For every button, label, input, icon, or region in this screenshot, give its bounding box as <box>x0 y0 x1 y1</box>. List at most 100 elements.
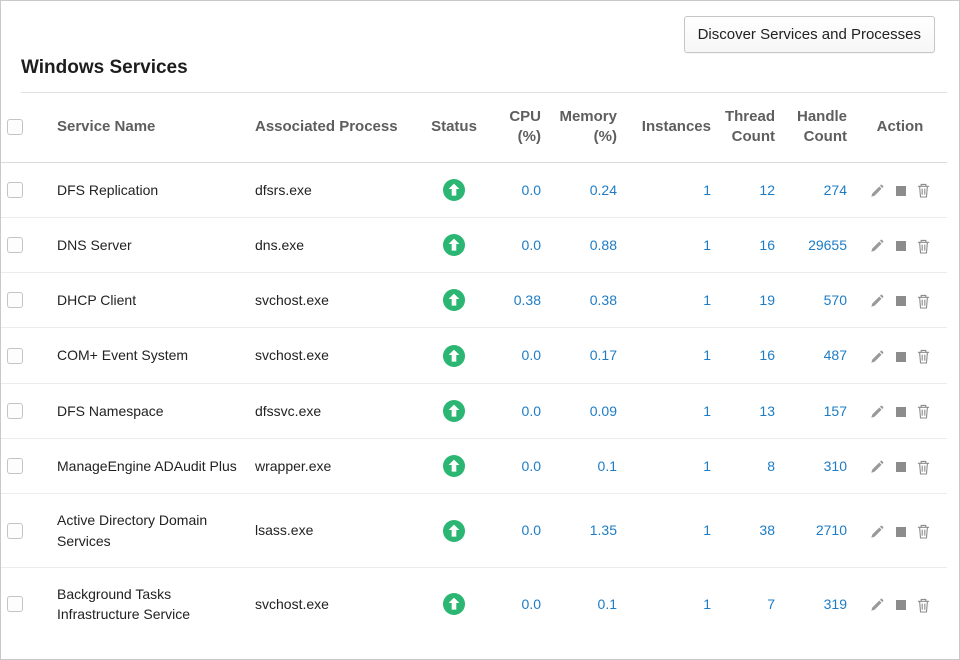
row-checkbox[interactable] <box>7 403 23 419</box>
row-checkbox[interactable] <box>7 458 23 474</box>
checkbox-cell <box>1 273 51 328</box>
associated-process-cell: dfsrs.exe <box>249 162 421 217</box>
instances-cell: 1 <box>623 162 717 217</box>
delete-icon[interactable] <box>917 460 930 475</box>
action-cell <box>853 567 947 640</box>
cpu-cell: 0.0 <box>487 567 547 640</box>
status-cell <box>421 162 487 217</box>
row-checkbox[interactable] <box>7 348 23 364</box>
memory-cell: 0.1 <box>547 567 623 640</box>
status-cell <box>421 383 487 438</box>
status-up-icon <box>443 520 465 542</box>
stop-icon[interactable] <box>896 527 906 537</box>
service-name-cell: DFS Namespace <box>51 383 249 438</box>
windows-services-panel: Discover Services and Processes Windows … <box>0 0 960 660</box>
thread-count-cell: 13 <box>717 383 781 438</box>
stop-icon[interactable] <box>896 296 906 306</box>
action-cell <box>853 328 947 383</box>
row-checkbox[interactable] <box>7 292 23 308</box>
cpu-cell: 0.38 <box>487 273 547 328</box>
checkbox-cell <box>1 567 51 640</box>
associated-process-cell: dns.exe <box>249 217 421 272</box>
col-header-thread-count: Thread Count <box>717 93 781 162</box>
edit-icon[interactable] <box>870 525 884 539</box>
select-all-checkbox[interactable] <box>7 119 23 135</box>
memory-cell: 0.09 <box>547 383 623 438</box>
handle-count-cell: 319 <box>781 567 853 640</box>
row-checkbox[interactable] <box>7 523 23 539</box>
status-up-icon <box>443 234 465 256</box>
thread-count-cell: 8 <box>717 438 781 493</box>
row-checkbox[interactable] <box>7 182 23 198</box>
status-cell <box>421 438 487 493</box>
discover-services-button[interactable]: Discover Services and Processes <box>684 16 935 53</box>
memory-cell: 1.35 <box>547 494 623 568</box>
delete-icon[interactable] <box>917 294 930 309</box>
instances-cell: 1 <box>623 567 717 640</box>
cpu-cell: 0.0 <box>487 383 547 438</box>
thread-count-cell: 16 <box>717 217 781 272</box>
associated-process-cell: lsass.exe <box>249 494 421 568</box>
memory-cell: 0.17 <box>547 328 623 383</box>
col-header-status: Status <box>421 93 487 162</box>
table-row: ManageEngine ADAudit Plus wrapper.exe 0.… <box>1 438 947 493</box>
edit-icon[interactable] <box>870 184 884 198</box>
cpu-cell: 0.0 <box>487 162 547 217</box>
col-header-action: Action <box>853 93 947 162</box>
associated-process-cell: dfssvc.exe <box>249 383 421 438</box>
edit-icon[interactable] <box>870 598 884 612</box>
table-row: DHCP Client svchost.exe 0.38 0.38 1 19 5… <box>1 273 947 328</box>
delete-icon[interactable] <box>917 183 930 198</box>
table-row: DFS Replication dfsrs.exe 0.0 0.24 1 12 … <box>1 162 947 217</box>
status-cell <box>421 494 487 568</box>
row-checkbox[interactable] <box>7 237 23 253</box>
stop-icon[interactable] <box>896 407 906 417</box>
services-table-body: DFS Replication dfsrs.exe 0.0 0.24 1 12 … <box>1 162 947 640</box>
table-row: DNS Server dns.exe 0.0 0.88 1 16 29655 <box>1 217 947 272</box>
page: Discover Services and Processes Windows … <box>1 1 959 640</box>
table-row: Active Directory Domain Services lsass.e… <box>1 494 947 568</box>
edit-icon[interactable] <box>870 239 884 253</box>
delete-icon[interactable] <box>917 349 930 364</box>
thread-count-cell: 38 <box>717 494 781 568</box>
checkbox-cell <box>1 162 51 217</box>
associated-process-cell: wrapper.exe <box>249 438 421 493</box>
col-header-memory: Memory (%) <box>547 93 623 162</box>
instances-cell: 1 <box>623 217 717 272</box>
stop-icon[interactable] <box>896 462 906 472</box>
handle-count-cell: 310 <box>781 438 853 493</box>
edit-icon[interactable] <box>870 350 884 364</box>
thread-count-cell: 7 <box>717 567 781 640</box>
row-checkbox[interactable] <box>7 596 23 612</box>
delete-icon[interactable] <box>917 524 930 539</box>
handle-count-cell: 157 <box>781 383 853 438</box>
memory-cell: 0.1 <box>547 438 623 493</box>
edit-icon[interactable] <box>870 405 884 419</box>
memory-cell: 0.38 <box>547 273 623 328</box>
col-header-associated-process: Associated Process <box>249 93 421 162</box>
stop-icon[interactable] <box>896 352 906 362</box>
action-cell <box>853 383 947 438</box>
status-up-icon <box>443 593 465 615</box>
delete-icon[interactable] <box>917 404 930 419</box>
stop-icon[interactable] <box>896 600 906 610</box>
status-cell <box>421 567 487 640</box>
services-table: Service Name Associated Process Status C… <box>1 93 947 640</box>
status-cell <box>421 273 487 328</box>
service-name-cell: DNS Server <box>51 217 249 272</box>
action-cell <box>853 438 947 493</box>
col-header-cpu: CPU (%) <box>487 93 547 162</box>
stop-icon[interactable] <box>896 241 906 251</box>
edit-icon[interactable] <box>870 460 884 474</box>
stop-icon[interactable] <box>896 186 906 196</box>
delete-icon[interactable] <box>917 239 930 254</box>
delete-icon[interactable] <box>917 598 930 613</box>
memory-cell: 0.24 <box>547 162 623 217</box>
associated-process-cell: svchost.exe <box>249 273 421 328</box>
table-row: Background Tasks Infrastructure Service … <box>1 567 947 640</box>
associated-process-cell: svchost.exe <box>249 328 421 383</box>
edit-icon[interactable] <box>870 294 884 308</box>
cpu-cell: 0.0 <box>487 217 547 272</box>
service-name-cell: COM+ Event System <box>51 328 249 383</box>
service-name-cell: Background Tasks Infrastructure Service <box>51 567 249 640</box>
